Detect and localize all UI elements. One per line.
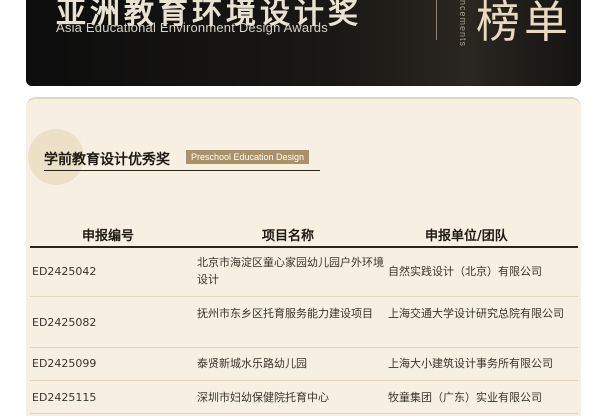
banner-vertical-text: ncements [458,0,468,48]
table-row: ED2425042 北京市海淀区童心家园幼儿园户外环境设计 自然实践设计（北京）… [30,248,578,297]
section-underline [44,170,320,171]
cell-name: 泰贤新城水乐路幼儿园 [197,357,307,370]
cell-code: ED2425115 [32,391,97,404]
header-code: 申报编号 [82,229,135,244]
award-card: 学前教育设计优秀奖 Preschool Education Design 申报编… [26,97,581,416]
banner-divider [436,0,437,40]
cell-team: 牧童集团（广东）实业有限公司 [388,391,542,404]
table-header: 申报编号 项目名称 申报单位/团队 [30,223,578,248]
table-row: ED2425099 泰贤新城水乐路幼儿园 上海大小建筑设计事务所有限公司 [30,348,578,381]
cell-code: ED2425082 [32,316,97,329]
header-name: 项目名称 [262,229,315,244]
cell-team: 上海大小建筑设计事务所有限公司 [388,357,553,370]
cell-team: 自然实践设计（北京）有限公司 [388,265,542,278]
cell-name: 北京市海淀区童心家园幼儿园户外环境设计 [197,256,384,286]
banner-rank-text: 榜单 [476,0,572,48]
cell-code: ED2425042 [32,265,97,278]
header-team: 申报单位/团队 [425,229,508,244]
cell-code: ED2425099 [32,357,97,370]
table-row: ED2425082 抚州市东乡区托育服务能力建设项目 上海交通大学设计研究总院有… [30,297,578,348]
cell-name: 深圳市妇幼保健院托育中心 [197,391,329,404]
cell-name: 抚州市东乡区托育服务能力建设项目 [197,307,373,320]
section-title: 学前教育设计优秀奖 [44,152,170,168]
banner-title-en: Asia Educational Environment Design Awar… [56,20,328,35]
cell-team: 上海交通大学设计研究总院有限公司 [388,307,564,320]
header-banner: 亚洲教育环境设计奖 Asia Educational Environment D… [26,0,581,86]
table-row: ED2425115 深圳市妇幼保健院托育中心 牧童集团（广东）实业有限公司 [30,381,578,414]
page: 亚洲教育环境设计奖 Asia Educational Environment D… [0,0,600,416]
section-tag: Preschool Education Design [186,150,310,164]
